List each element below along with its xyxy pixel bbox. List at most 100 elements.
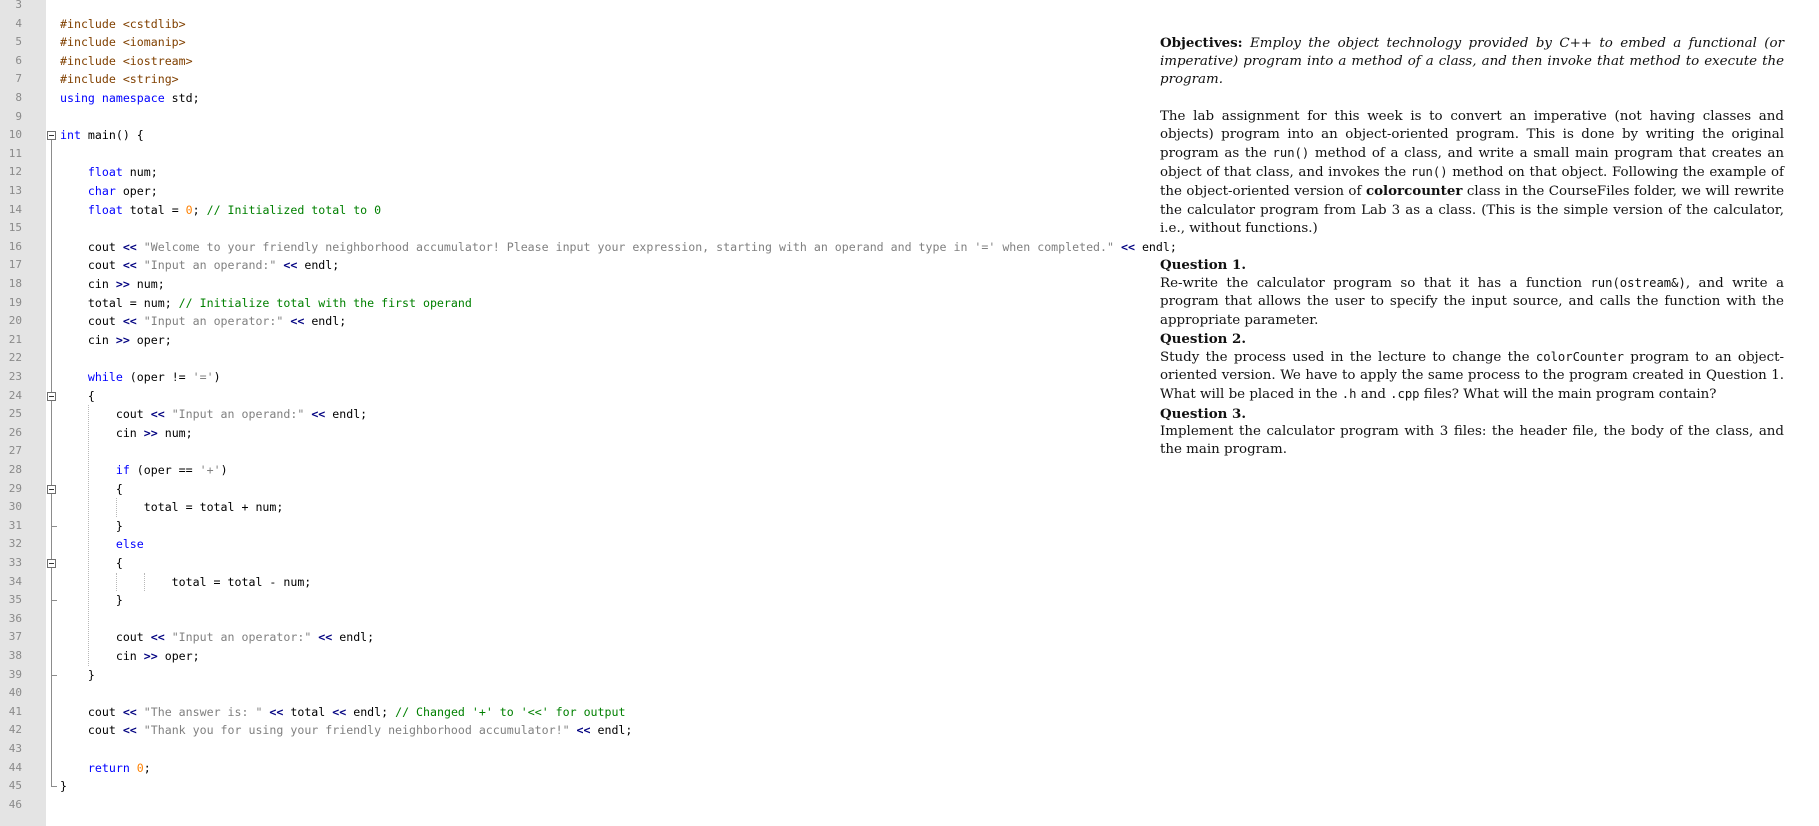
code-line[interactable]: {: [60, 387, 95, 405]
code-line[interactable]: {: [60, 554, 123, 572]
intro-run-code-2: run(): [1410, 165, 1448, 180]
intro-paragraph: The lab assignment for this week is to c…: [1160, 108, 1784, 238]
code-line[interactable]: {: [60, 480, 123, 498]
question-1-text: Re-write the calculator program so that …: [1160, 274, 1784, 330]
line-number: 42: [8, 723, 22, 737]
code-line[interactable]: total = total - num;: [60, 573, 312, 591]
line-number-gutter: 3 4 5 6 7 8 9 10 11 12 13 14 15 16 17 18 19 20 21 22 23 24 25 2…: [0, 0, 46, 826]
line-number: 31: [8, 518, 22, 532]
assignment-document: Objectives: Employ the object technology…: [1160, 34, 1784, 459]
line-number: 29: [8, 481, 22, 495]
line-number: 17: [8, 258, 22, 272]
code-line[interactable]: cout << "The answer is: " << total << en…: [60, 703, 626, 721]
line-number: 21: [8, 332, 22, 346]
code-line[interactable]: float total = 0; // Initialized total to…: [60, 201, 381, 219]
line-number: 26: [8, 425, 22, 439]
line-number: 22: [8, 351, 22, 365]
fold-end-mark: [51, 786, 57, 788]
line-number: 34: [8, 574, 22, 588]
line-number: 27: [8, 444, 22, 458]
code-line[interactable]: }: [60, 517, 123, 535]
code-line[interactable]: float num;: [60, 163, 158, 181]
code-line[interactable]: }: [60, 591, 123, 609]
line-number: 36: [8, 611, 22, 625]
code-line[interactable]: cin >> num;: [60, 275, 165, 293]
code-line[interactable]: }: [60, 777, 67, 795]
q2-text-3: and: [1356, 387, 1391, 403]
line-number: 37: [8, 630, 22, 644]
code-line[interactable]: cout << "Input an operand:" << endl;: [60, 405, 367, 423]
code-line[interactable]: cout << "Input an operand:" << endl;: [60, 256, 339, 274]
fold-toggle-icon[interactable]: [47, 131, 56, 141]
line-number: 11: [8, 146, 22, 160]
line-number: 45: [8, 779, 22, 793]
line-number: 43: [8, 742, 22, 755]
line-number: 32: [8, 537, 22, 551]
line-number: 41: [8, 704, 22, 718]
code-line[interactable]: cout << "Input an operator:" << endl;: [60, 628, 374, 646]
code-line[interactable]: }: [60, 666, 95, 684]
code-line[interactable]: #include <iomanip>: [60, 33, 186, 51]
code-line[interactable]: cin >> num;: [60, 424, 193, 442]
indent-guide: [87, 405, 89, 666]
line-number: 24: [8, 388, 22, 402]
code-line[interactable]: total = num; // Initialize total with th…: [60, 294, 472, 312]
q2-text-4: files? What will the main program contai…: [1419, 387, 1717, 403]
fold-end-mark: [51, 674, 57, 676]
intro-colorcounter: colorcounter: [1365, 183, 1463, 200]
code-line[interactable]: int main() {: [60, 126, 144, 144]
line-number: 10: [8, 128, 22, 142]
line-number: 13: [8, 184, 22, 197]
line-number: 14: [8, 202, 22, 216]
code-line[interactable]: while (oper != '='): [60, 368, 221, 386]
code-line[interactable]: #include <cstdlib>: [60, 15, 186, 33]
q2-code-3: .cpp: [1390, 387, 1420, 402]
code-line[interactable]: #include <string>: [60, 70, 179, 88]
line-number: 5: [15, 35, 22, 49]
code-line[interactable]: #include <iostream>: [60, 52, 193, 70]
fold-toggle-icon[interactable]: [47, 559, 56, 568]
code-line[interactable]: cout << "Thank you for using your friend…: [60, 721, 633, 739]
q2-code-2: .h: [1341, 387, 1357, 402]
objectives-paragraph: Objectives: Employ the object technology…: [1160, 34, 1784, 90]
line-number: 15: [8, 221, 22, 235]
objectives-text: Employ the object technology provided by…: [1160, 36, 1784, 88]
line-number: 38: [8, 649, 22, 662]
code-line[interactable]: cout << "Welcome to your friendly neighb…: [60, 238, 1177, 256]
code-line[interactable]: else: [60, 535, 144, 553]
line-number: 9: [15, 109, 22, 123]
indent-guide: [115, 572, 117, 592]
line-number: 23: [8, 370, 22, 383]
line-number: 28: [8, 463, 22, 476]
code-line[interactable]: using namespace std;: [60, 89, 200, 107]
question-2-heading: Question 2.: [1160, 330, 1247, 347]
code-line[interactable]: cout << "Input an operator:" << endl;: [60, 312, 346, 330]
line-number: 20: [8, 314, 22, 328]
code-editor[interactable]: 3 4 5 6 7 8 9 10 11 12 13 14 15 16 17 18 19 20 21 22 23 24 25 2…: [0, 0, 1177, 826]
line-number: 19: [8, 295, 22, 309]
fold-range-line: [51, 493, 52, 526]
line-number: 6: [15, 53, 22, 67]
objectives-label: Objectives:: [1160, 35, 1243, 51]
fold-range-line: [51, 400, 52, 675]
code-line[interactable]: cin >> oper;: [60, 331, 172, 349]
fold-toggle-icon[interactable]: [47, 484, 56, 494]
fold-margin: [46, 0, 58, 826]
code-line[interactable]: cin >> oper;: [60, 647, 200, 665]
question-1-heading: Question 1.: [1160, 257, 1247, 274]
line-number: 39: [8, 667, 22, 681]
line-number: 25: [8, 407, 22, 421]
q2-code-1: colorCounter: [1535, 350, 1624, 365]
fold-toggle-icon[interactable]: [47, 391, 56, 401]
line-number: 30: [8, 500, 22, 514]
line-number: 46: [8, 797, 22, 811]
code-line[interactable]: char oper;: [60, 182, 158, 200]
code-line[interactable]: if (oper == '+'): [60, 461, 228, 479]
fold-end-mark: [51, 525, 57, 527]
question-2-text: Study the process used in the lecture to…: [1160, 348, 1784, 405]
intro-run-code-1: run(): [1272, 146, 1310, 161]
q2-text-1: Study the process used in the lecture to…: [1160, 350, 1536, 366]
code-line[interactable]: return 0;: [60, 759, 151, 777]
line-number: 12: [8, 165, 22, 179]
code-line[interactable]: total = total + num;: [60, 498, 284, 516]
